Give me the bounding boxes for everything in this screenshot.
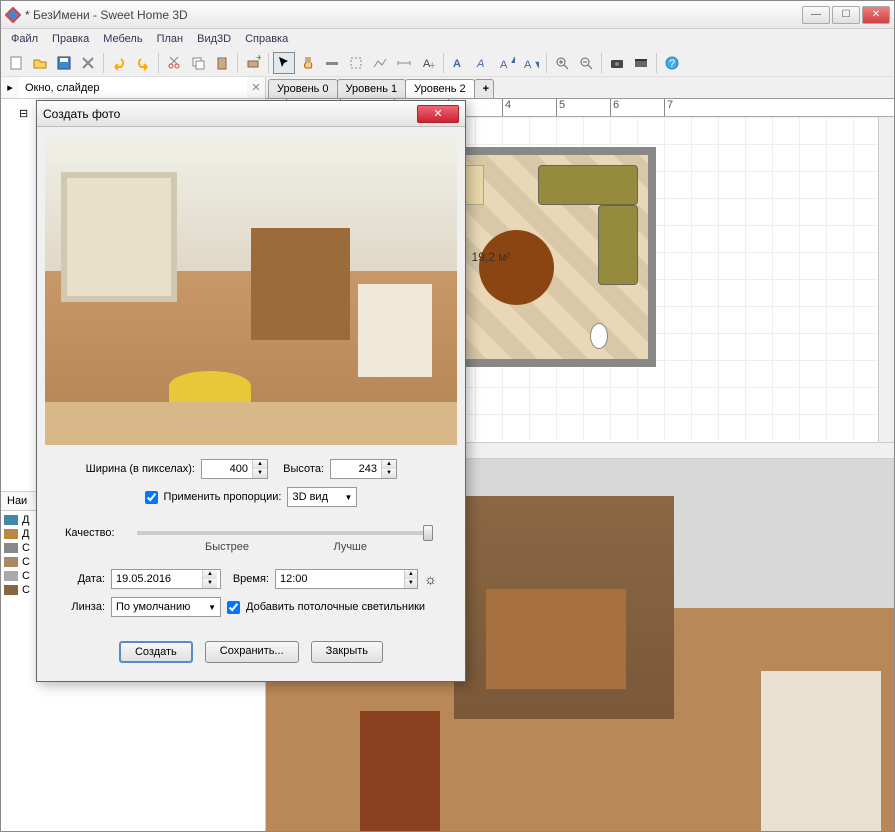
video-icon[interactable]	[630, 52, 652, 74]
maximize-button[interactable]: ☐	[832, 6, 860, 24]
ceiling-lights-checkbox[interactable]	[227, 601, 240, 614]
decrease-text-icon[interactable]: A▼	[520, 52, 542, 74]
app-icon	[5, 7, 21, 23]
zoom-out-icon[interactable]	[575, 52, 597, 74]
photo-dialog: Создать фото ✕ Ширина (в пикселах): ▲▼ В…	[36, 100, 466, 682]
create-rooms-icon[interactable]	[345, 52, 367, 74]
create-walls-icon[interactable]	[321, 52, 343, 74]
create-text-icon[interactable]: A+	[417, 52, 439, 74]
3d-desk	[486, 589, 626, 689]
catalog-search-input[interactable]	[19, 77, 247, 98]
time-label: Время:	[227, 573, 269, 585]
svg-text:?: ?	[669, 58, 675, 70]
menu-edit[interactable]: Правка	[46, 31, 95, 47]
close-button[interactable]: ✕	[862, 6, 890, 24]
svg-text:A: A	[476, 58, 484, 70]
dialog-titlebar[interactable]: Создать фото ✕	[37, 101, 465, 127]
apply-ratio-checkbox[interactable]	[145, 491, 158, 504]
text-bold-icon[interactable]: A	[448, 52, 470, 74]
redo-icon[interactable]	[132, 52, 154, 74]
view-mode-combo[interactable]: 3D вид▼	[287, 487, 357, 507]
help-icon[interactable]: ?	[661, 52, 683, 74]
svg-text:A: A	[500, 59, 508, 71]
ceiling-lights-label: Добавить потолочные светильники	[246, 601, 425, 613]
lens-label: Линза:	[65, 601, 105, 613]
lens-combo[interactable]: По умолчанию▼	[111, 597, 221, 617]
select-icon[interactable]	[273, 52, 295, 74]
undo-icon[interactable]	[108, 52, 130, 74]
tree-toggle-icon[interactable]: ▸	[1, 81, 19, 94]
time-spinner[interactable]: ▲▼	[275, 569, 418, 589]
cut-icon[interactable]	[163, 52, 185, 74]
furniture-sofa-v[interactable]	[598, 205, 638, 285]
date-spinner[interactable]: ▲▼	[111, 569, 221, 589]
tab-level-2[interactable]: Уровень 2	[405, 79, 475, 98]
furniture-sofa-h[interactable]	[538, 165, 638, 205]
save-icon[interactable]	[53, 52, 75, 74]
preview-window	[61, 172, 176, 302]
menu-furniture[interactable]: Мебель	[97, 31, 148, 47]
3d-chair2	[761, 671, 881, 831]
height-label: Высота:	[274, 463, 324, 475]
quality-slider[interactable]	[137, 531, 433, 535]
furniture-table[interactable]	[479, 230, 554, 305]
quality-better-label: Лучше	[333, 541, 367, 553]
quality-label: Качество:	[65, 527, 125, 539]
text-italic-icon[interactable]: A	[472, 52, 494, 74]
dialog-title: Создать фото	[43, 107, 417, 121]
minimize-button[interactable]: —	[802, 6, 830, 24]
svg-text:+: +	[256, 55, 261, 64]
tab-add-level[interactable]: +	[474, 79, 494, 98]
copy-icon[interactable]	[187, 52, 209, 74]
width-spinner[interactable]: ▲▼	[201, 459, 268, 479]
svg-text:▲: ▲	[509, 55, 515, 66]
create-dimensions-icon[interactable]	[393, 52, 415, 74]
menu-view3d[interactable]: Вид3D	[191, 31, 237, 47]
preview-table	[169, 371, 251, 402]
room-area-label: 19,2 м²	[472, 250, 511, 264]
photo-preview	[45, 135, 457, 445]
svg-text:A: A	[524, 59, 532, 71]
photo-icon[interactable]	[606, 52, 628, 74]
svg-text:+: +	[429, 60, 435, 71]
date-label: Дата:	[65, 573, 105, 585]
menu-file[interactable]: Файл	[5, 31, 44, 47]
camera-icon[interactable]	[590, 323, 608, 349]
search-clear-icon[interactable]: ✕	[247, 81, 265, 94]
menubar: Файл Правка Мебель План Вид3D Справка	[1, 29, 894, 49]
open-icon[interactable]	[29, 52, 51, 74]
apply-ratio-label: Применить пропорции:	[164, 491, 282, 503]
plan-scrollbar-v[interactable]	[878, 117, 894, 442]
add-furniture-icon[interactable]: +	[242, 52, 264, 74]
window-title: * БезИмени - Sweet Home 3D	[25, 8, 802, 22]
dialog-close-button[interactable]: ✕	[417, 105, 459, 123]
svg-text:▼: ▼	[533, 59, 539, 71]
width-label: Ширина (в пикселах):	[65, 463, 195, 475]
create-button[interactable]: Создать	[119, 641, 193, 663]
titlebar[interactable]: * БезИмени - Sweet Home 3D — ☐ ✕	[1, 1, 894, 29]
level-tabs: Уровень 0 Уровень 1 Уровень 2 +	[266, 77, 894, 99]
3d-chair1	[360, 711, 440, 831]
increase-text-icon[interactable]: A▲	[496, 52, 518, 74]
zoom-in-icon[interactable]	[551, 52, 573, 74]
create-polyline-icon[interactable]	[369, 52, 391, 74]
tab-level-1[interactable]: Уровень 1	[337, 79, 407, 98]
save-button[interactable]: Сохранить...	[205, 641, 299, 663]
preview-chair	[358, 284, 432, 377]
tab-level-0[interactable]: Уровень 0	[268, 79, 338, 98]
toolbar: + A+ A A A▲ A▼ ?	[1, 49, 894, 77]
preview-desk	[251, 228, 350, 340]
sun-icon[interactable]: ☼	[424, 571, 437, 587]
menu-help[interactable]: Справка	[239, 31, 294, 47]
svg-text:A: A	[453, 58, 461, 70]
preferences-icon[interactable]	[77, 52, 99, 74]
paste-icon[interactable]	[211, 52, 233, 74]
close-dialog-button[interactable]: Закрыть	[311, 641, 383, 663]
pan-icon[interactable]	[297, 52, 319, 74]
height-spinner[interactable]: ▲▼	[330, 459, 397, 479]
new-icon[interactable]	[5, 52, 27, 74]
quality-faster-label: Быстрее	[205, 541, 249, 553]
menu-plan[interactable]: План	[151, 31, 190, 47]
